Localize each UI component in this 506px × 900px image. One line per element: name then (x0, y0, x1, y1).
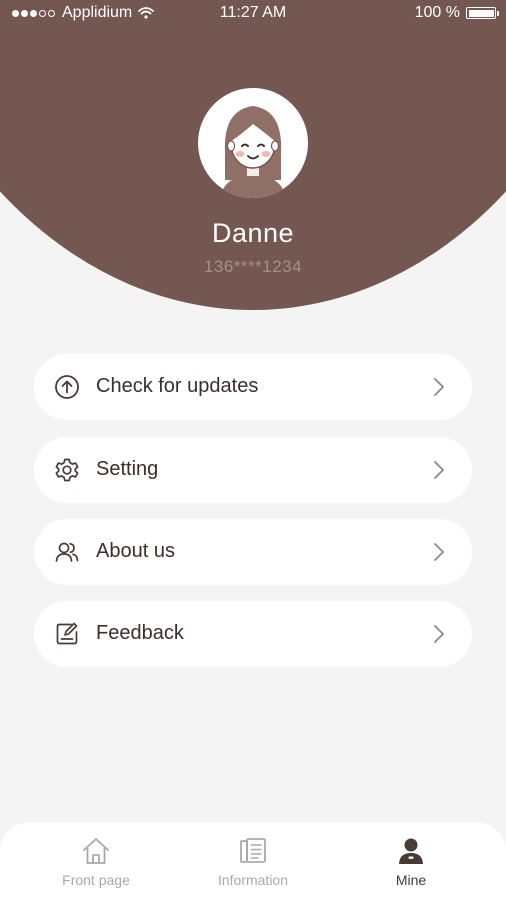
status-bar: Applidium 11:27 AM 100 % (0, 0, 506, 28)
user-phone: 136****1234 (203, 257, 303, 276)
profile-header: Applidium 11:27 AM 100 % Danne 136****12… (0, 0, 506, 310)
tab-label: Front page (62, 872, 130, 888)
user-name: Danne (211, 218, 295, 248)
status-right: 100 % (414, 4, 499, 22)
tab-label: Mine (395, 872, 427, 888)
battery-icon (466, 7, 499, 19)
menu-item-label: About us (96, 540, 175, 562)
edit-note-icon (56, 622, 78, 645)
girl-avatar-icon (220, 106, 286, 198)
tab-mine[interactable]: Mine (327, 822, 495, 900)
menu-item-label: Setting (96, 458, 159, 480)
tab-information[interactable]: Information (169, 822, 337, 900)
menu-item-label: Feedback (96, 622, 184, 644)
tab-label: Information (217, 872, 289, 888)
news-icon (240, 838, 266, 863)
home-icon (83, 838, 109, 864)
chevron-right-icon (434, 625, 444, 643)
menu-item-setting[interactable]: Setting (34, 437, 472, 503)
chevron-right-icon (434, 543, 444, 561)
avatar[interactable] (198, 88, 308, 198)
gear-icon (55, 458, 79, 482)
menu-item-about-us[interactable]: About us (34, 519, 472, 585)
tab-bar: Front page Information Mine (0, 822, 506, 900)
chevron-right-icon (434, 461, 444, 479)
person-icon (399, 838, 423, 864)
battery-percent: 100 % (414, 4, 460, 21)
users-icon (55, 542, 79, 562)
chevron-right-icon (434, 378, 444, 396)
menu-item-label: Check for updates (96, 375, 259, 397)
menu-item-feedback[interactable]: Feedback (34, 601, 472, 667)
menu-item-check-for-updates[interactable]: Check for updates (34, 354, 472, 420)
arrow-up-circle-icon (55, 375, 79, 399)
tab-front-page[interactable]: Front page (12, 822, 180, 900)
